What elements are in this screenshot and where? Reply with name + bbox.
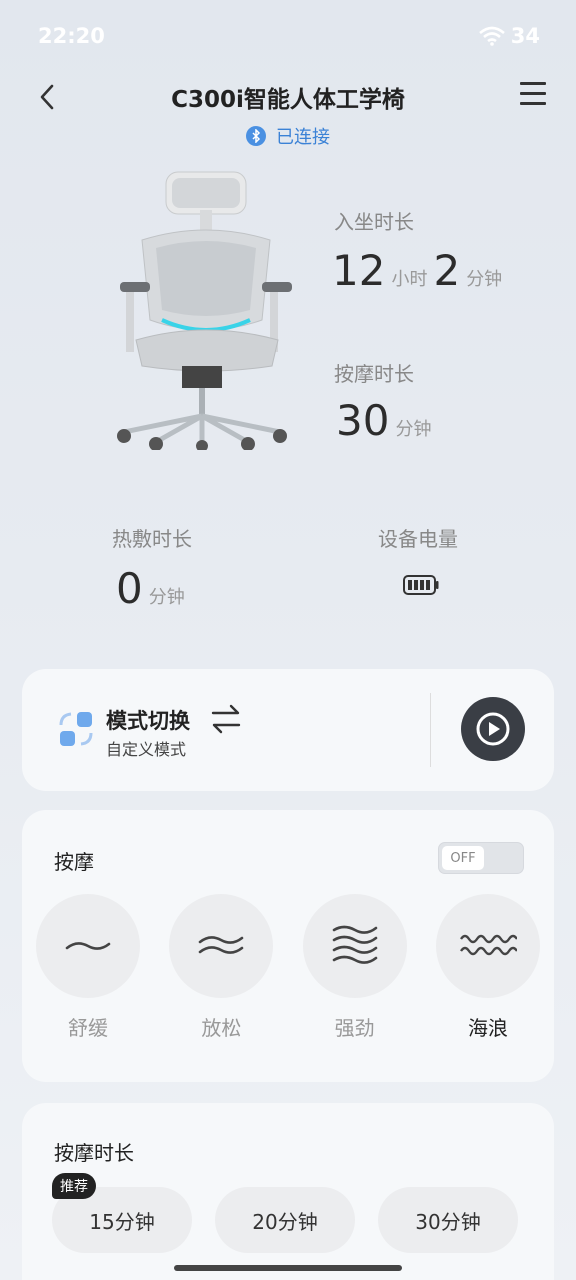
- connection-text: 已连接: [276, 127, 330, 148]
- play-icon: [476, 712, 510, 746]
- divider: [430, 693, 431, 767]
- massage-minutes-unit: 分钟: [395, 419, 432, 440]
- mode-wave[interactable]: 海浪: [435, 894, 540, 1041]
- play-button[interactable]: [461, 697, 525, 761]
- status-battery: 34: [510, 24, 540, 48]
- sea-wave-icon: [459, 934, 517, 956]
- duration-section-title: 按摩时长: [54, 1141, 134, 1165]
- massage-time-label: 按摩时长: [334, 362, 414, 386]
- status-time: 22:20: [38, 24, 105, 48]
- page-title: C300i智能人体工学椅: [171, 87, 405, 113]
- mode-switch-icon: [59, 712, 93, 746]
- sitting-label: 入坐时长: [334, 210, 414, 234]
- sitting-value: 12 小时 2 分钟: [332, 246, 508, 295]
- relax-wave-icon: [199, 936, 244, 954]
- heating-label: 热敷时长: [112, 527, 192, 551]
- massage-modes: 舒缓 放松 强劲 海浪: [36, 894, 540, 1041]
- swap-icon[interactable]: [210, 703, 242, 735]
- mode-label: 海浪: [467, 1016, 508, 1040]
- massage-time-value: 30 分钟: [336, 396, 437, 445]
- toggle-knob: OFF: [442, 846, 484, 870]
- menu-icon: [520, 82, 546, 85]
- bluetooth-icon: [246, 126, 266, 146]
- heating-minutes-unit: 分钟: [148, 587, 185, 608]
- status-bar: 22:20 34: [0, 0, 576, 72]
- mode-label: 强劲: [334, 1016, 375, 1040]
- massage-section-title: 按摩: [54, 850, 94, 874]
- mode-strong[interactable]: 强劲: [302, 894, 407, 1041]
- home-indicator[interactable]: [174, 1265, 402, 1271]
- duration-card: 按摩时长 推荐 15分钟 20分钟 30分钟: [22, 1103, 554, 1280]
- mode-title[interactable]: 模式切换: [106, 705, 190, 735]
- wifi-icon: [478, 26, 505, 46]
- heating-minutes: 0: [116, 564, 143, 613]
- soothe-wave-icon: [65, 942, 111, 950]
- header: C300i智能人体工学椅: [0, 72, 576, 122]
- mode-card: 模式切换 自定义模式: [22, 669, 554, 791]
- sitting-hours-unit: 小时: [391, 269, 428, 290]
- heating-value: 0 分钟: [116, 564, 191, 613]
- massage-card: 按摩 OFF 舒缓 放松 强劲 海浪: [22, 810, 554, 1082]
- sitting-hours: 12: [332, 246, 386, 295]
- strong-wave-icon: [332, 925, 377, 964]
- duration-options: 15分钟 20分钟 30分钟: [52, 1187, 518, 1253]
- recommended-badge: 推荐: [52, 1173, 96, 1199]
- chair-image: [117, 171, 292, 450]
- battery-label: 设备电量: [378, 527, 458, 551]
- battery-icon: [403, 575, 439, 595]
- mode-label: 舒缓: [68, 1016, 108, 1040]
- menu-button[interactable]: [520, 82, 546, 108]
- sitting-minutes-unit: 分钟: [466, 269, 503, 290]
- sitting-minutes: 2: [433, 246, 461, 295]
- connection-status: 已连接: [0, 123, 576, 149]
- massage-toggle[interactable]: OFF: [438, 842, 524, 874]
- mode-soothe[interactable]: 舒缓: [36, 894, 140, 1041]
- massage-minutes: 30: [336, 396, 390, 445]
- mode-relax[interactable]: 放松: [169, 894, 274, 1041]
- duration-option-30[interactable]: 30分钟: [378, 1187, 518, 1253]
- duration-option-20[interactable]: 20分钟: [215, 1187, 355, 1253]
- mode-subtitle: 自定义模式: [106, 740, 187, 759]
- mode-label: 放松: [201, 1016, 242, 1040]
